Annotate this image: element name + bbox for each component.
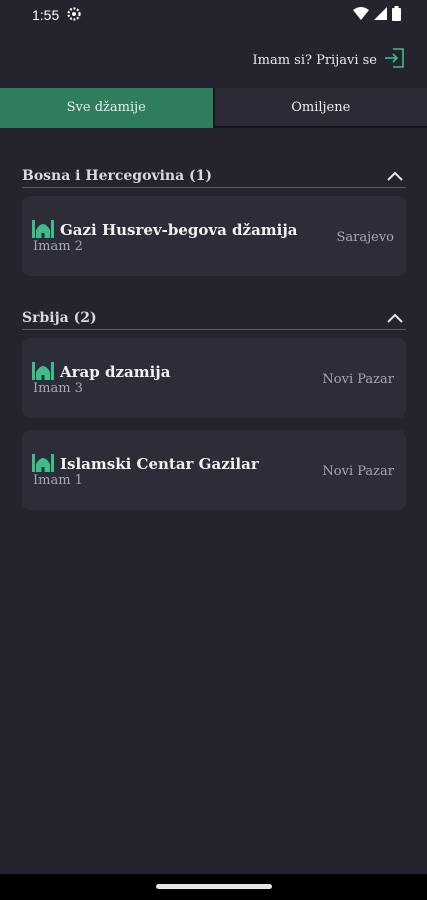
login-button[interactable]: Imam si? Prijavi se: [252, 46, 407, 74]
home-gesture-handle[interactable]: [156, 884, 272, 889]
tab-all-mosques[interactable]: Sve džamije: [0, 88, 213, 128]
list-item[interactable]: Gazi Husrev-begova džamija Imam 2 Saraje…: [22, 196, 406, 276]
tab-all-mosques-label: Sve džamije: [66, 99, 146, 115]
list-item[interactable]: Arap dzamija Imam 3 Novi Pazar: [22, 338, 406, 418]
battery-icon: [392, 6, 401, 24]
mosque-city: Sarajevo: [336, 230, 394, 245]
mosque-list: Bosna i Hercegovina (1) Gazi Husrev-bego…: [0, 128, 427, 874]
status-bar: 1:55: [0, 0, 427, 30]
status-time: 1:55: [32, 7, 60, 23]
login-label: Imam si? Prijavi se: [252, 52, 377, 68]
mosque-imam: Imam 2: [33, 239, 83, 254]
chevron-up-icon[interactable]: [384, 166, 406, 186]
signal-icon: [374, 7, 387, 23]
mosque-name: Arap dzamija: [60, 363, 171, 381]
mosque-imam: Imam 1: [33, 473, 83, 488]
section-header-srbija[interactable]: Srbija (2): [22, 306, 406, 330]
tab-favorites[interactable]: Omiljene: [212, 88, 427, 128]
mosque-imam: Imam 3: [33, 381, 83, 396]
section-title: Srbija (2): [22, 309, 97, 326]
section-title: Bosna i Hercegovina (1): [22, 167, 213, 184]
mosque-name: Islamski Centar Gazilar: [60, 455, 259, 473]
system-nav-bar: [0, 874, 427, 900]
section-header-bih[interactable]: Bosna i Hercegovina (1): [22, 164, 406, 188]
tab-favorites-label: Omiljene: [291, 99, 351, 115]
login-icon: [383, 46, 407, 74]
list-item[interactable]: Islamski Centar Gazilar Imam 1 Novi Paza…: [22, 430, 406, 510]
settings-gear-icon: [67, 6, 81, 24]
mosque-city: Novi Pazar: [322, 464, 394, 479]
mosque-city: Novi Pazar: [322, 372, 394, 387]
app-header: Imam si? Prijavi se: [0, 30, 427, 88]
mosque-name: Gazi Husrev-begova džamija: [60, 221, 298, 239]
tab-bar: Sve džamije Omiljene: [0, 88, 427, 128]
chevron-up-icon[interactable]: [384, 308, 406, 328]
wifi-icon: [353, 7, 369, 23]
